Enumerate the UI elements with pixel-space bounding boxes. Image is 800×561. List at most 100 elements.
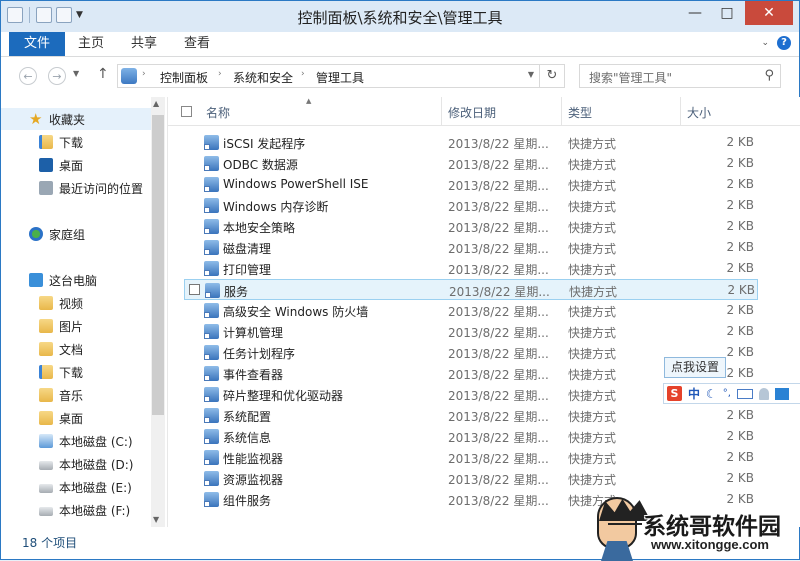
column-type[interactable]: 类型	[568, 104, 592, 121]
file-row[interactable]: Windows PowerShell ISE 2013/8/22 星期... 快捷方…	[184, 174, 758, 195]
recent-locations-chevron-icon[interactable]: ▼	[73, 69, 79, 78]
file-row[interactable]: 本地安全策略 2013/8/22 星期... 快捷方式 2 KB	[184, 216, 758, 237]
tab-file[interactable]: 文件	[9, 32, 65, 56]
search-input[interactable]: 搜索"管理工具"	[589, 69, 672, 86]
nav-drive-f[interactable]: 本地磁盘 (F:)	[1, 499, 151, 521]
tab-share[interactable]: 共享	[122, 32, 166, 56]
scroll-down-icon[interactable]: ▼	[153, 515, 159, 524]
nav-label: 最近访问的位置	[59, 181, 144, 196]
nav-pc-documents[interactable]: 文档	[1, 338, 151, 360]
nav-label: 图片	[59, 319, 84, 334]
forward-button[interactable]: →	[48, 67, 66, 85]
nav-pc-videos[interactable]: 视频	[1, 292, 151, 314]
file-row[interactable]: 系统信息 2013/8/22 星期... 快捷方式 2 KB	[184, 426, 758, 447]
column-divider[interactable]	[441, 97, 442, 125]
shortcut-icon	[205, 283, 220, 298]
address-bar[interactable]: › 控制面板 › 系统和安全 › 管理工具 ▼ ↻	[117, 64, 565, 88]
row-checkbox[interactable]	[189, 284, 200, 295]
column-divider[interactable]	[680, 97, 681, 125]
file-row[interactable]: 系统配置 2013/8/22 星期... 快捷方式 2 KB	[184, 405, 758, 426]
help-icon[interactable]: ?	[777, 36, 791, 50]
ime-settings-tooltip[interactable]: 点我设置	[664, 357, 727, 378]
refresh-icon[interactable]: ↻	[539, 65, 564, 87]
back-button[interactable]: ←	[19, 67, 37, 85]
maximize-button[interactable]: □	[711, 1, 743, 25]
minimize-button[interactable]: —	[679, 1, 711, 25]
select-all-checkbox[interactable]	[181, 106, 192, 117]
nav-label: 收藏夹	[49, 112, 86, 127]
nav-label: 下载	[59, 365, 84, 380]
file-name: Windows 内存诊断	[223, 200, 329, 214]
shortcut-icon	[204, 303, 219, 318]
search-box[interactable]: 搜索"管理工具" ⚲	[579, 64, 781, 88]
shortcut-arrow-icon	[204, 375, 210, 381]
file-type: 快捷方式	[568, 263, 617, 277]
search-icon[interactable]: ⚲	[764, 68, 774, 83]
nav-favorites[interactable]: ★ 收藏夹	[1, 108, 151, 130]
file-size: 2 KB	[727, 283, 755, 297]
half-width-moon-icon[interactable]: ☾	[706, 387, 717, 401]
file-row[interactable]: 磁盘清理 2013/8/22 星期... 快捷方式 2 KB	[184, 237, 758, 258]
up-button[interactable]: ↑	[97, 66, 109, 82]
ime-mode-toggle[interactable]: 中	[688, 385, 700, 402]
nav-favorite-recent[interactable]: 最近访问的位置	[1, 177, 151, 199]
file-row[interactable]: ODBC 数据源 2013/8/22 星期... 快捷方式 2 KB	[184, 153, 758, 174]
breadcrumb-separator-icon[interactable]: ›	[218, 69, 222, 79]
ime-toolbar[interactable]: S 中 ☾ °,	[663, 383, 800, 404]
nav-favorite-desktop[interactable]: 桌面	[1, 154, 151, 176]
punctuation-icon[interactable]: °,	[723, 388, 731, 399]
file-row[interactable]: iSCSI 发起程序 2013/8/22 星期... 快捷方式 2 KB	[184, 132, 758, 153]
column-name[interactable]: 名称	[206, 104, 230, 121]
tab-home[interactable]: 主页	[69, 32, 113, 56]
nav-drive-d[interactable]: 本地磁盘 (D:)	[1, 453, 151, 475]
nav-label: 本地磁盘 (C:)	[59, 434, 133, 449]
shortcut-arrow-icon	[204, 417, 210, 423]
breadcrumb-system-security[interactable]: 系统和安全	[233, 69, 293, 86]
breadcrumb-separator-icon[interactable]: ›	[301, 69, 305, 79]
file-row[interactable]: 性能监视器 2013/8/22 星期... 快捷方式 2 KB	[184, 447, 758, 468]
nav-scrollbar[interactable]: ▲ ▼	[151, 97, 165, 527]
shortcut-icon	[204, 366, 219, 381]
tab-view[interactable]: 查看	[175, 32, 219, 56]
nav-pc-music[interactable]: 音乐	[1, 384, 151, 406]
file-row[interactable]: Windows 内存诊断 2013/8/22 星期... 快捷方式 2 KB	[184, 195, 758, 216]
file-size: 2 KB	[726, 324, 754, 338]
downloads-folder-icon	[39, 135, 53, 149]
file-name: 事件查看器	[223, 368, 284, 382]
breadcrumb-admin-tools[interactable]: 管理工具	[316, 69, 364, 86]
scrollbar-thumb[interactable]	[152, 115, 164, 415]
keyboard-icon[interactable]	[736, 388, 753, 399]
breadcrumb-control-panel[interactable]: 控制面板	[160, 69, 208, 86]
nav-drive-e[interactable]: 本地磁盘 (E:)	[1, 476, 151, 498]
file-row[interactable]: 打印管理 2013/8/22 星期... 快捷方式 2 KB	[184, 258, 758, 279]
file-date: 2013/8/22 星期...	[448, 431, 549, 445]
file-row[interactable]: 服务 2013/8/22 星期... 快捷方式 2 KB	[184, 279, 758, 300]
shortcut-arrow-icon	[204, 186, 210, 192]
nav-this-pc[interactable]: 这台电脑	[1, 269, 151, 291]
expand-ribbon-chevron-icon[interactable]: ⌄	[761, 38, 769, 48]
scroll-up-icon[interactable]: ▲	[153, 99, 159, 108]
column-modified[interactable]: 修改日期	[448, 104, 496, 121]
nav-homegroup[interactable]: 家庭组	[1, 223, 151, 245]
close-button[interactable]: ✕	[745, 1, 793, 25]
address-history-chevron-icon[interactable]: ▼	[528, 70, 534, 79]
nav-favorite-downloads[interactable]: 下载	[1, 131, 151, 153]
file-size: 2 KB	[726, 303, 754, 317]
nav-pc-downloads[interactable]: 下载	[1, 361, 151, 383]
file-row[interactable]: 高级安全 Windows 防火墙 2013/8/22 星期... 快捷方式 2 KB	[184, 300, 758, 321]
file-date: 2013/8/22 星期...	[448, 242, 549, 256]
nav-pc-desktop[interactable]: 桌面	[1, 407, 151, 429]
file-row[interactable]: 资源监视器 2013/8/22 星期... 快捷方式 2 KB	[184, 468, 758, 489]
ime-logo-icon[interactable]: S	[667, 386, 682, 401]
file-row[interactable]: 计算机管理 2013/8/22 星期... 快捷方式 2 KB	[184, 321, 758, 342]
skin-shirt-icon[interactable]	[774, 387, 789, 400]
column-divider[interactable]	[561, 97, 562, 125]
column-size[interactable]: 大小	[687, 104, 711, 121]
nav-drive-c[interactable]: 本地磁盘 (C:)	[1, 430, 151, 452]
nav-pc-pictures[interactable]: 图片	[1, 315, 151, 337]
breadcrumb-separator-icon[interactable]: ›	[142, 69, 146, 79]
file-name: 组件服务	[223, 494, 272, 508]
user-icon[interactable]	[758, 387, 769, 400]
shortcut-icon	[204, 345, 219, 360]
shortcut-arrow-icon	[204, 354, 210, 360]
